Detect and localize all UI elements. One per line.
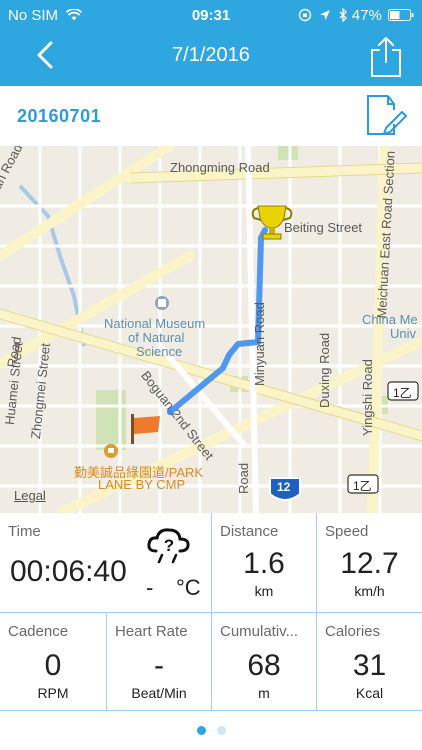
cadence-value: 0 [44, 649, 62, 682]
map-background [0, 146, 422, 513]
map-label-univ: Univ [390, 326, 417, 341]
status-bar: No SIM 09:31 47% [0, 0, 422, 30]
cumulative-unit: m [258, 685, 270, 701]
weather-cloud-icon: ? [147, 528, 190, 564]
speed-unit: km/h [354, 583, 385, 599]
weather-value: - [146, 575, 154, 600]
record-name: 20160701 [17, 106, 102, 126]
battery-icon [388, 9, 414, 21]
calories-label: Calories [325, 623, 381, 640]
map-label-road-bottom: Road [236, 462, 251, 494]
page-indicator[interactable] [0, 718, 422, 742]
distance-unit: km [254, 583, 274, 599]
rotation-lock-icon [299, 8, 312, 22]
calories-cell: Calories 31 Kcal [317, 613, 422, 711]
time-value: 00:06:40 [10, 555, 127, 588]
heart-rate-unit: Beat/Min [131, 685, 187, 701]
map-label-beiting: Beiting Street [284, 220, 363, 235]
highway-12-label: 12 [277, 480, 291, 494]
speed-cell: Speed 12.7 km/h [317, 513, 422, 613]
page-title: 7/1/2016 [172, 44, 250, 66]
time-cell: Time 00:06:40 ? - °C [0, 513, 212, 613]
battery-percent: 47% [351, 7, 382, 24]
route-shield-lower-label: 1乙 [353, 479, 372, 493]
location-icon [320, 10, 331, 20]
map-label-yingshi: Yingshi Road [360, 359, 375, 436]
distance-label: Distance [220, 523, 279, 540]
record-bar: 20160701 [0, 86, 422, 146]
edit-note-icon[interactable] [364, 94, 408, 138]
cumulative-value: 68 [247, 649, 281, 682]
speed-label: Speed [325, 523, 369, 540]
route-map[interactable]: Zhongming Road Beiting Street Yuan Road … [0, 146, 422, 513]
page-dot-1[interactable] [197, 726, 206, 735]
bluetooth-icon [339, 7, 347, 23]
calories-unit: Kcal [355, 685, 384, 701]
map-label-duxing: Duxing Road [317, 332, 332, 408]
map-label-zhongming: Zhongming Road [170, 160, 270, 175]
map-label-museum-line1: National Museum [104, 316, 206, 331]
map-label-minyuan: Minyuan Road [252, 302, 267, 386]
header-bar: No SIM 09:31 47% 7/1/2016 [0, 0, 422, 86]
cumulative-cell: Cumulativ... 68 m [212, 613, 317, 711]
cumulative-label: Cumulativ... [220, 623, 299, 640]
time-label: Time [8, 523, 41, 540]
status-right: 47% [298, 7, 414, 24]
map-legal-link[interactable]: Legal [14, 488, 46, 503]
speed-value: 12.7 [340, 547, 399, 580]
nav-bar: 7/1/2016 [0, 30, 422, 86]
cadence-unit: RPM [37, 685, 69, 701]
distance-cell: Distance 1.6 km [212, 513, 317, 613]
map-label-china: China Me [362, 312, 418, 327]
heart-rate-value: - [154, 649, 164, 682]
svg-text:?: ? [164, 536, 174, 555]
cadence-cell: Cadence 0 RPM [0, 613, 107, 711]
map-label-museum-line3: Science [136, 344, 183, 359]
start-flag-icon [131, 414, 160, 444]
distance-value: 1.6 [243, 547, 285, 580]
heart-rate-cell: Heart Rate - Beat/Min [107, 613, 212, 711]
heart-rate-label: Heart Rate [115, 623, 188, 640]
stats-panel: Time 00:06:40 ? - °C Distance 1.6 km Spe… [0, 513, 422, 711]
weather-unit: °C [176, 575, 201, 600]
share-icon[interactable] [368, 36, 404, 78]
map-label-park-line2: LANE BY CMP [98, 477, 186, 492]
cadence-label: Cadence [8, 623, 69, 640]
calories-value: 31 [352, 649, 387, 682]
page-dot-2[interactable] [217, 726, 226, 735]
route-shield-upper-label: 1乙 [393, 386, 412, 400]
map-label-museum-line2: of Natural [128, 330, 185, 345]
